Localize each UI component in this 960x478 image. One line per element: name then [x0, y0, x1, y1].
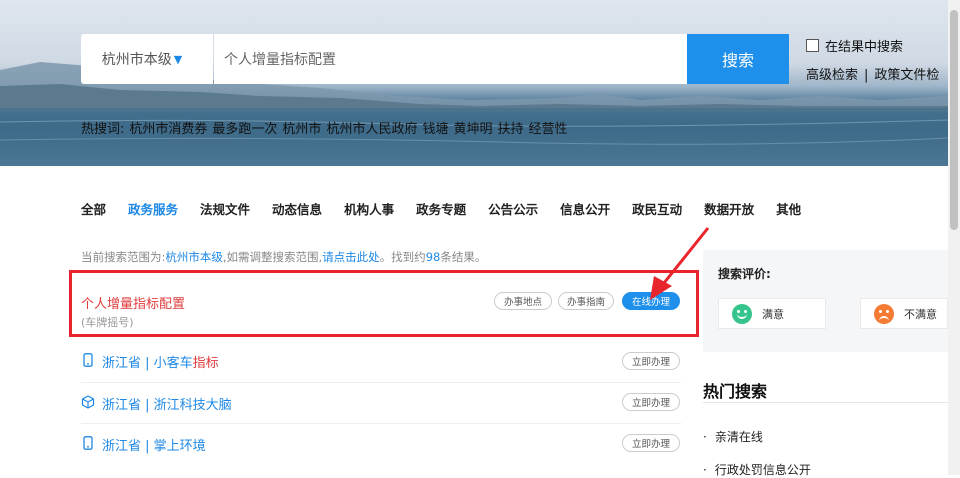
tab-news[interactable]: 动态信息: [272, 199, 322, 218]
city-select-label: 杭州市本级: [101, 52, 172, 68]
tab-regulations[interactable]: 法规文件: [200, 199, 250, 218]
result-row-keyword: 指标: [192, 356, 219, 371]
search-input[interactable]: [214, 34, 687, 84]
handle-now-button[interactable]: 立即办理: [622, 434, 680, 452]
row-divider: [81, 423, 681, 424]
hot-word[interactable]: 杭州市人民政府: [326, 122, 417, 137]
hot-word[interactable]: 经营性: [529, 122, 568, 137]
tab-all[interactable]: 全部: [81, 199, 106, 218]
hot-word[interactable]: 黄坤明: [453, 122, 492, 137]
search-in-results[interactable]: 在结果中搜索: [806, 36, 903, 55]
hot-search-item[interactable]: · 行政处罚信息公开: [703, 461, 811, 478]
scrollbar-thumb[interactable]: [950, 10, 958, 230]
result-count: 98: [425, 250, 441, 264]
evaluation-title: 搜索评价:: [718, 267, 771, 281]
hot-word[interactable]: 杭州市消费券: [129, 122, 207, 137]
scope-prefix: 当前搜索范围为:: [81, 250, 166, 264]
scope-change-link[interactable]: 请点击此处: [322, 250, 380, 264]
frown-icon: [874, 303, 894, 324]
result-row-link[interactable]: 浙江省 | 掌上环境: [102, 435, 206, 454]
smile-icon: [732, 303, 752, 324]
advanced-links: 高级检索 | 政策文件检: [806, 64, 939, 83]
satisfied-label: 满意: [762, 307, 784, 321]
tab-info-disclosure[interactable]: 信息公开: [560, 199, 610, 218]
search-button[interactable]: 搜索: [687, 34, 789, 84]
hot-search-item-label: 亲清在线: [714, 430, 763, 444]
hot-words-label: 热搜词:: [81, 122, 125, 137]
result-row-link[interactable]: 浙江省 | 小客车指标: [102, 352, 219, 371]
result-row-title: 浙江省 | 小客车: [102, 356, 193, 371]
search-in-results-checkbox[interactable]: [806, 39, 819, 52]
category-tabs: 全部 政务服务 法规文件 动态信息 机构人事 政务专题 公告公示 信息公开 政民…: [81, 199, 823, 218]
scope-mid: ,如需调整搜索范围,: [222, 250, 323, 264]
service-guide-button[interactable]: 办事指南: [558, 292, 614, 310]
advanced-search-link[interactable]: 高级检索: [806, 68, 858, 83]
hot-word[interactable]: 最多跑一次: [212, 122, 277, 137]
tab-topics[interactable]: 政务专题: [416, 199, 466, 218]
row-divider: [81, 382, 681, 383]
link-separator: |: [864, 68, 869, 83]
handle-now-button[interactable]: 立即办理: [622, 393, 680, 411]
unsatisfied-button[interactable]: 不满意: [860, 298, 948, 329]
search-in-results-label: 在结果中搜索: [825, 40, 904, 55]
result-row-title: 浙江省 | 掌上环境: [102, 439, 206, 454]
page-scrollbar[interactable]: [948, 0, 960, 475]
tab-personnel[interactable]: 机构人事: [344, 199, 394, 218]
service-location-button[interactable]: 办事地点: [494, 292, 552, 310]
result-row-link[interactable]: 浙江省 | 浙江科技大脑: [102, 394, 232, 413]
handle-now-button[interactable]: 立即办理: [622, 352, 680, 370]
scope-area: 杭州市本级: [165, 250, 223, 264]
policy-docs-link[interactable]: 政策文件检: [874, 68, 939, 83]
hot-search-divider: [703, 402, 948, 403]
result-row-title: 浙江省 | 浙江科技大脑: [102, 398, 232, 413]
hot-word[interactable]: 杭州市: [282, 122, 321, 137]
cube-icon: [81, 395, 95, 409]
hot-words: 热搜词: 杭州市消费券 最多跑一次 杭州市 杭州市人民政府 钱塘 黄坤明 扶持 经营性: [81, 118, 573, 137]
hot-word[interactable]: 扶持: [497, 122, 523, 137]
tab-open-data[interactable]: 数据开放: [704, 199, 754, 218]
hot-word[interactable]: 钱塘: [422, 122, 448, 137]
tab-announcements[interactable]: 公告公示: [488, 199, 538, 218]
result-subtitle: (车牌摇号): [81, 316, 134, 329]
hot-search-title: 热门搜索: [703, 382, 768, 401]
bullet-icon: ·: [703, 430, 707, 444]
caret-down-icon: ▼: [173, 52, 183, 66]
mobile-icon: [83, 353, 93, 367]
tab-interaction[interactable]: 政民互动: [632, 199, 682, 218]
tab-government-services[interactable]: 政务服务: [128, 199, 178, 218]
hot-search-item[interactable]: · 亲清在线: [703, 428, 763, 445]
scope-found-prefix: 。找到约: [379, 250, 426, 264]
search-bar: 杭州市本级 ▼ 搜索: [81, 34, 789, 84]
mobile-icon: [83, 436, 93, 450]
scope-found-suffix: 条结果。: [440, 250, 487, 264]
result-title[interactable]: 个人增量指标配置: [81, 293, 185, 312]
city-select[interactable]: 杭州市本级 ▼: [81, 34, 213, 84]
search-scope: 当前搜索范围为:杭州市本级,如需调整搜索范围,请点击此处。找到约98条结果。: [81, 249, 486, 265]
search-banner: 杭州市本级 ▼ 搜索 在结果中搜索 高级检索 | 政策文件检 热搜词: 杭州市消费券最…: [0, 0, 948, 166]
tab-other[interactable]: 其他: [776, 199, 801, 218]
satisfied-button[interactable]: 满意: [718, 298, 826, 329]
unsatisfied-label: 不满意: [904, 307, 937, 321]
